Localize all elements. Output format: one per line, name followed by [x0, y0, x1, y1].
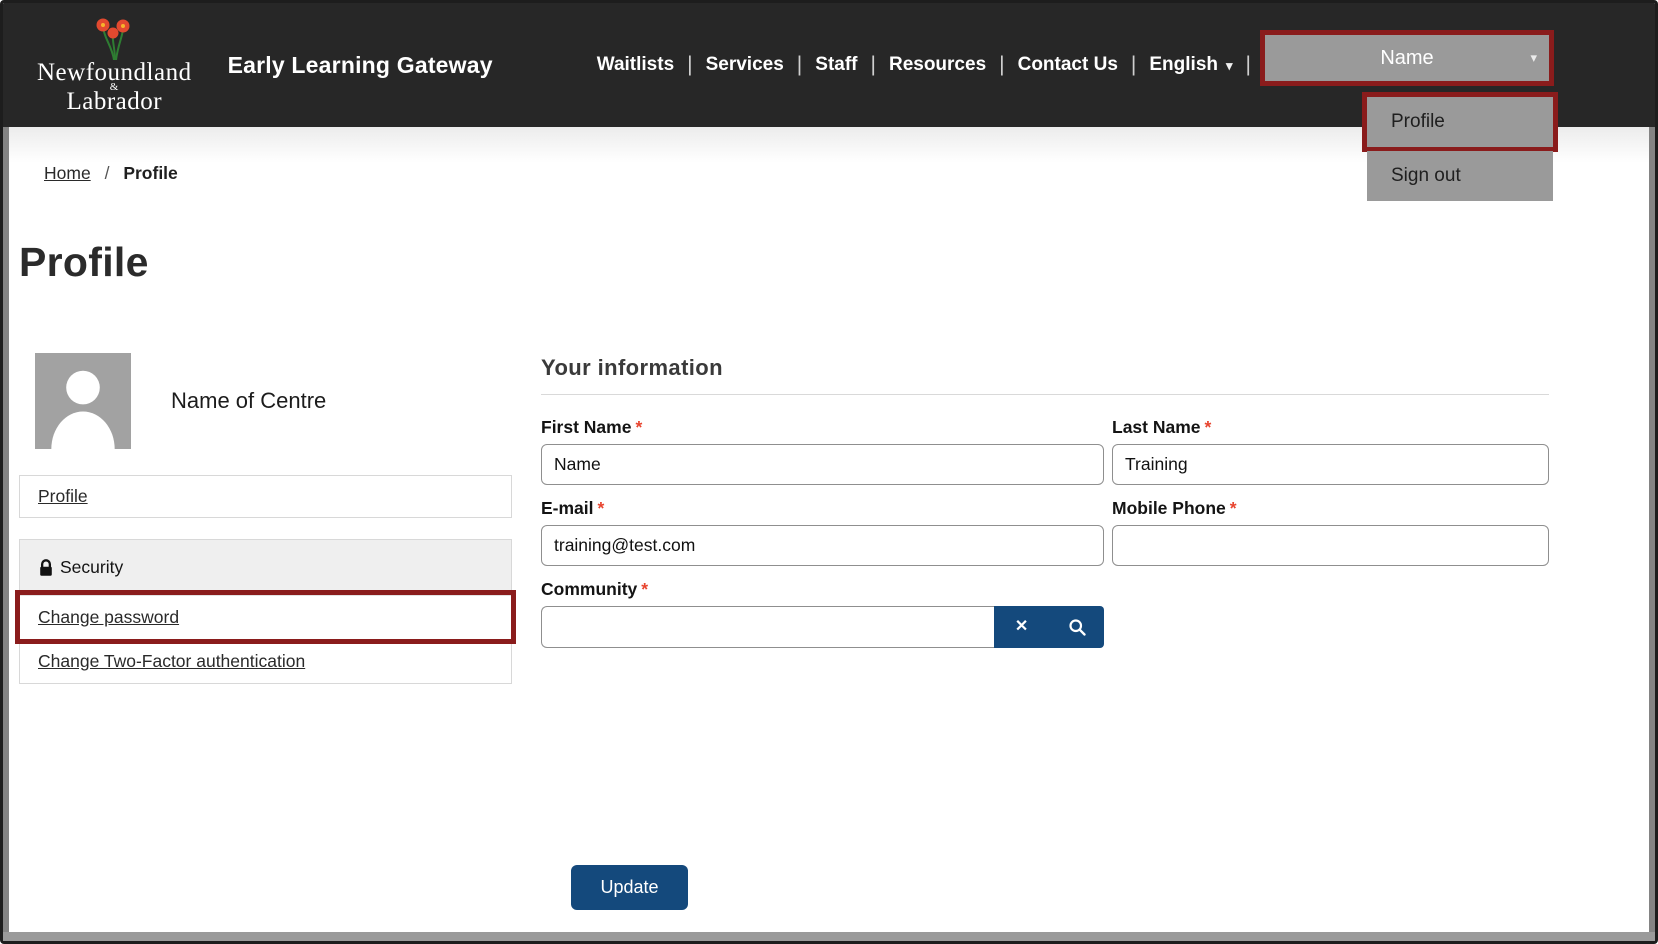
centre-name: Name of Centre — [171, 388, 326, 414]
required-asterisk: * — [641, 579, 648, 599]
page-content: Home / Profile Profile Name of Centre Pr… — [3, 127, 1655, 941]
window-frame-right — [1649, 127, 1655, 941]
required-asterisk: * — [635, 417, 642, 437]
section-title: Your information — [541, 355, 1549, 381]
email-label: E-mail* — [541, 498, 1104, 519]
nav-separator: | — [1246, 53, 1251, 77]
nav-item-services[interactable]: Services — [693, 54, 797, 76]
last-name-label: Last Name* — [1112, 417, 1549, 438]
first-name-label: First Name* — [541, 417, 1104, 438]
last-name-input[interactable] — [1112, 444, 1549, 485]
breadcrumb: Home / Profile — [44, 163, 178, 184]
breadcrumb-home-link[interactable]: Home — [44, 163, 91, 183]
change-password-link[interactable]: Change password — [38, 607, 179, 627]
user-dropdown-menu: Profile Sign out — [1367, 97, 1553, 201]
nav-item-staff[interactable]: Staff — [802, 54, 870, 76]
language-menu[interactable]: English ▾ — [1136, 54, 1245, 76]
nav-item-resources[interactable]: Resources — [876, 54, 999, 76]
user-menu-label: Name — [1380, 47, 1433, 69]
sidebar-item-change-two-factor[interactable]: Change Two-Factor authentication — [20, 639, 511, 683]
main-nav: Waitlists | Services | Staff | Resources… — [584, 53, 1251, 77]
sidebar-item-change-password[interactable]: Change password — [20, 595, 511, 639]
community-label: Community* — [541, 579, 1104, 600]
first-name-input[interactable] — [541, 444, 1104, 485]
pitcher-plant-icon — [91, 16, 137, 60]
community-clear-button[interactable]: ✕ — [994, 606, 1049, 648]
breadcrumb-current: Profile — [123, 163, 177, 183]
avatar — [35, 353, 131, 449]
email-field[interactable] — [541, 525, 1104, 566]
update-button[interactable]: Update — [571, 865, 688, 910]
logo-line2: Labrador — [37, 89, 192, 115]
community-input[interactable] — [541, 606, 994, 648]
language-label: English — [1149, 54, 1218, 76]
security-header-label: Security — [60, 557, 123, 578]
user-menu-button[interactable]: Name ▾ — [1265, 35, 1549, 81]
profile-sidebar: Name of Centre Profile Security Change p… — [19, 353, 512, 684]
lock-icon — [38, 559, 54, 577]
email-field-group: E-mail* — [541, 498, 1104, 566]
profile-link[interactable]: Profile — [38, 486, 88, 506]
centre-card: Name of Centre — [19, 353, 512, 449]
nl-government-logo[interactable]: Newfoundland & Labrador — [37, 16, 192, 115]
browser-window: Newfoundland & Labrador Early Learning G… — [0, 0, 1658, 944]
security-panel: Security Change password Change Two-Fact… — [19, 539, 512, 684]
required-asterisk: * — [598, 498, 605, 518]
first-name-field-group: First Name* — [541, 417, 1104, 485]
community-lookup: ✕ — [541, 606, 1104, 648]
mobile-phone-label: Mobile Phone* — [1112, 498, 1549, 519]
annotation-box-user-menu: Name ▾ — [1260, 30, 1554, 86]
community-search-button[interactable] — [1049, 606, 1104, 648]
nav-item-waitlists[interactable]: Waitlists — [584, 54, 687, 76]
mobile-phone-field-group: Mobile Phone* — [1112, 498, 1549, 566]
nav-item-contact-us[interactable]: Contact Us — [1005, 54, 1131, 76]
breadcrumb-separator: / — [105, 163, 110, 183]
chevron-down-icon: ▾ — [1530, 51, 1537, 64]
section-divider — [541, 394, 1549, 395]
sidebar-item-profile[interactable]: Profile — [19, 475, 512, 518]
required-asterisk: * — [1230, 498, 1237, 518]
security-header: Security — [20, 540, 511, 595]
your-information-section: Your information First Name* Last Name* — [541, 355, 1549, 661]
chevron-down-icon: ▾ — [1226, 59, 1233, 72]
search-icon — [1067, 617, 1087, 637]
mobile-phone-input[interactable] — [1112, 525, 1549, 566]
window-frame-left — [3, 127, 9, 941]
required-asterisk: * — [1205, 417, 1212, 437]
menu-item-profile[interactable]: Profile — [1367, 97, 1553, 147]
change-two-factor-link[interactable]: Change Two-Factor authentication — [38, 651, 305, 671]
page-title: Profile — [19, 239, 149, 286]
clear-icon: ✕ — [1015, 619, 1028, 635]
menu-item-sign-out[interactable]: Sign out — [1367, 151, 1553, 201]
top-navbar: Newfoundland & Labrador Early Learning G… — [3, 3, 1655, 127]
community-field-group: Community* ✕ — [541, 579, 1104, 648]
last-name-field-group: Last Name* — [1112, 417, 1549, 485]
window-frame-bottom — [3, 932, 1655, 941]
form-fields: First Name* Last Name* E-mail* — [541, 417, 1549, 661]
app-title: Early Learning Gateway — [228, 52, 493, 79]
